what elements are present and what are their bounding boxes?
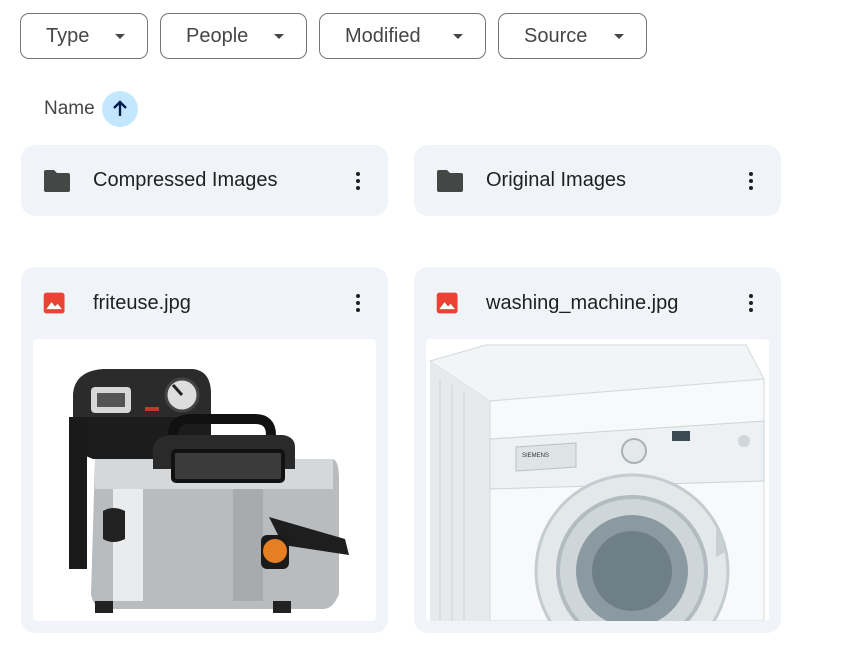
chevron-down-icon (115, 34, 125, 39)
source-filter-chip[interactable]: Source (498, 13, 647, 59)
brand-label: SIEMENS (522, 453, 549, 459)
file-thumbnail[interactable] (33, 339, 376, 621)
sort-direction-button[interactable] (101, 91, 138, 127)
folder-card[interactable]: Original Images (414, 145, 781, 216)
image-file-icon (43, 292, 65, 314)
image-file-icon (436, 292, 458, 314)
fryer-image (69, 369, 349, 613)
folder-name: Compressed Images (93, 169, 278, 191)
sort-name-label[interactable]: Name (44, 98, 95, 120)
type-filter-chip[interactable]: Type (20, 13, 148, 59)
people-filter-chip[interactable]: People (160, 13, 307, 59)
file-card[interactable]: friteuse.jpg (21, 267, 388, 633)
folder-icon (437, 169, 463, 192)
modified-filter-label: Modified (345, 24, 421, 47)
source-filter-label: Source (524, 24, 588, 47)
modified-filter-chip[interactable]: Modified (319, 13, 486, 59)
more-options-icon[interactable] (739, 169, 763, 193)
chevron-down-icon (614, 34, 624, 39)
folder-name: Original Images (486, 169, 627, 191)
chevron-down-icon (274, 34, 284, 39)
file-name: washing_machine.jpg (486, 291, 679, 314)
chevron-down-icon (453, 34, 463, 39)
type-filter-label: Type (46, 24, 90, 47)
arrow-up-icon (112, 100, 127, 116)
more-options-icon[interactable] (346, 291, 370, 315)
more-options-icon[interactable] (346, 169, 370, 193)
file-name: friteuse.jpg (93, 291, 191, 314)
folder-icon (44, 169, 70, 192)
sort-header: Name (44, 91, 138, 127)
people-filter-label: People (186, 24, 249, 47)
more-options-icon[interactable] (739, 291, 763, 315)
folder-card[interactable]: Compressed Images (21, 145, 388, 216)
file-card[interactable]: washing_machine.jpg SIEMENS (414, 267, 781, 633)
file-thumbnail[interactable]: SIEMENS (426, 339, 769, 621)
washing-machine-image: SIEMENS (428, 344, 765, 621)
